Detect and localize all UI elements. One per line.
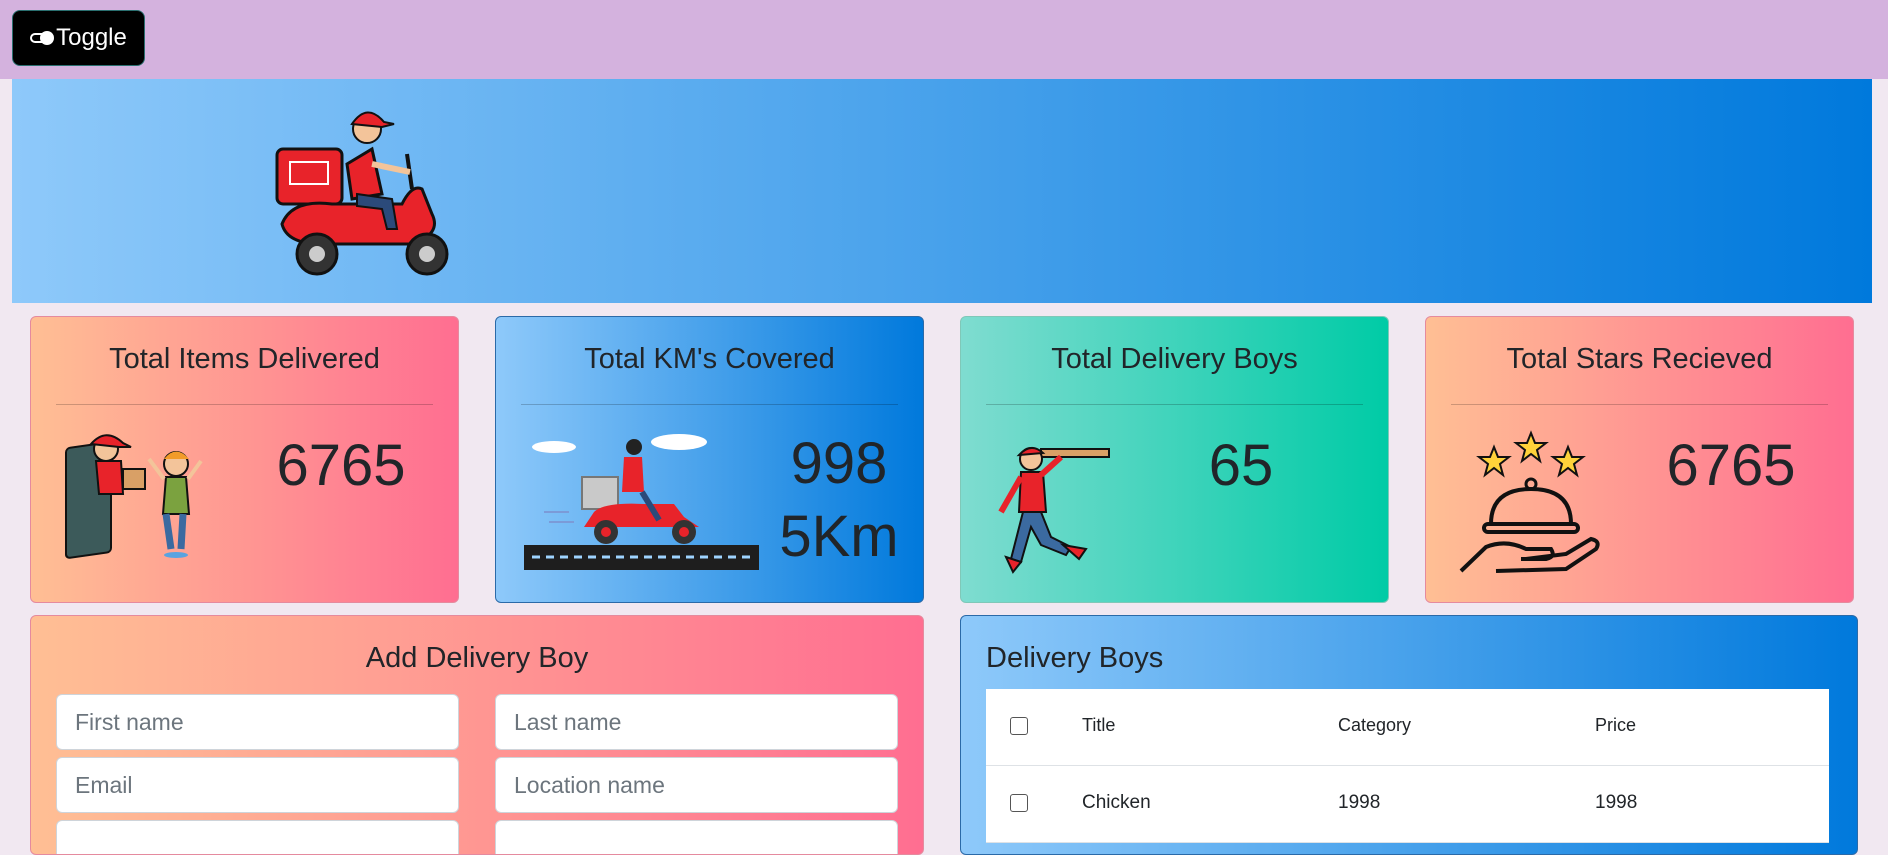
divider <box>521 404 898 405</box>
stat-title: Total Stars Recieved <box>1506 343 1773 375</box>
stat-value: 65 <box>1208 433 1274 498</box>
stat-value-line1: 998 <box>790 431 888 496</box>
hero-banner <box>12 79 1872 303</box>
stat-card-stars-received: Total Stars Recieved 6765 <box>1425 316 1854 603</box>
form-title: Add Delivery Boy <box>365 642 589 674</box>
add-delivery-boy-form: Add Delivery Boy <box>30 615 924 855</box>
location-field[interactable] <box>495 757 898 813</box>
running-pizza-boy-illustration <box>998 447 1110 574</box>
last-name-field[interactable] <box>495 694 898 750</box>
table-header-row: Title Category Price <box>986 689 1829 766</box>
toggle-button[interactable]: Toggle <box>12 10 145 66</box>
divider <box>56 404 433 405</box>
cell-category: 1998 <box>1338 792 1381 813</box>
stat-title: Total Items Delivered <box>109 343 380 375</box>
select-all-checkbox[interactable] <box>1010 717 1028 735</box>
stat-card-delivery-boys: Total Delivery Boys 65 <box>960 316 1389 603</box>
cell-title: Chicken <box>1082 792 1151 813</box>
delivery-scooter-illustration <box>275 111 449 276</box>
divider <box>986 404 1363 405</box>
email-field[interactable] <box>56 757 459 813</box>
extra-field-2[interactable] <box>495 820 898 854</box>
column-header-price[interactable]: Price <box>1595 715 1636 736</box>
delivery-boys-table: Title Category Price Chicken 1998 1998 <box>986 689 1829 843</box>
stat-title: Total Delivery Boys <box>1051 343 1298 375</box>
first-name-field[interactable] <box>56 694 459 750</box>
column-header-category[interactable]: Category <box>1338 715 1411 736</box>
stat-card-km-covered: Total KM's Covered 998 5Km <box>495 316 924 603</box>
stat-value-line2: 5Km <box>779 504 899 569</box>
stat-card-items-delivered: Total Items Delivered 6765 <box>30 316 459 603</box>
road-scooter-illustration <box>524 434 759 570</box>
table-row[interactable]: Chicken 1998 1998 <box>986 766 1829 843</box>
stars-cloche-illustration <box>1459 430 1600 573</box>
toggle-icon <box>30 31 55 45</box>
stat-title: Total KM's Covered <box>584 343 835 375</box>
toggle-label: Toggle <box>56 24 127 51</box>
parcel-delivery-illustration <box>65 434 203 559</box>
stat-value: 6765 <box>276 433 406 498</box>
stat-value: 6765 <box>1666 433 1796 498</box>
delivery-boys-panel: Delivery Boys Title Category Price Chick… <box>960 615 1858 855</box>
table-title: Delivery Boys <box>986 642 1164 674</box>
cell-price: 1998 <box>1595 792 1638 813</box>
column-header-title[interactable]: Title <box>1082 715 1115 736</box>
divider <box>1451 404 1828 405</box>
extra-field-1[interactable] <box>56 820 459 854</box>
row-checkbox[interactable] <box>1010 794 1028 812</box>
top-bar: Toggle <box>0 0 1888 79</box>
